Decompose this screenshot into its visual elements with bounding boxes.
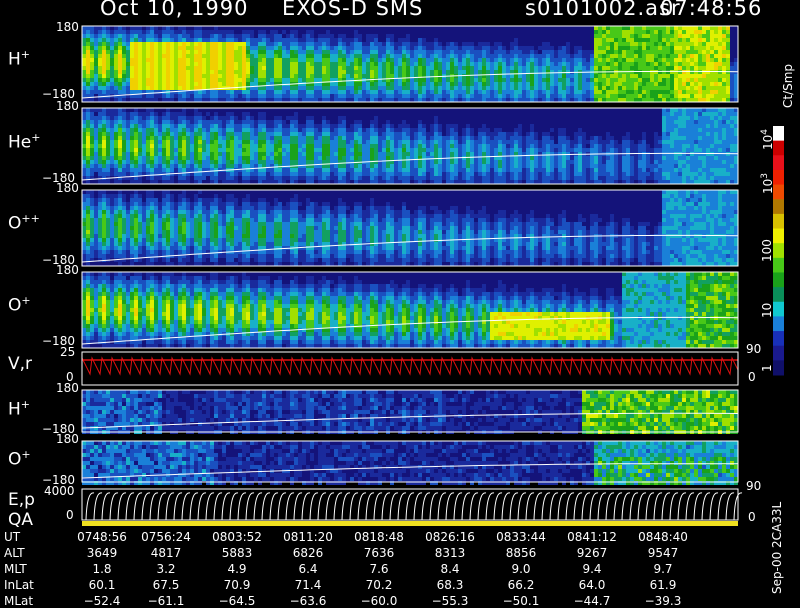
table-cell: −63.6	[272, 594, 344, 608]
table-cell: 3649	[66, 546, 138, 560]
table-cell: 4817	[130, 546, 202, 560]
table-cell: 70.9	[201, 578, 273, 592]
table-cell: 68.3	[414, 578, 486, 592]
table-cell: 0818:48	[343, 530, 415, 544]
table-row-label: ALT	[4, 546, 25, 560]
y-tick-top: 180	[56, 99, 79, 113]
right-tick-bottom: 0	[748, 510, 756, 524]
table-cell: 0811:20	[272, 530, 344, 544]
table-cell: 61.9	[627, 578, 699, 592]
table-cell: 0756:24	[130, 530, 202, 544]
table-cell: 6.4	[272, 562, 344, 576]
table-cell: 8856	[485, 546, 557, 560]
chart-time: 07:48:56	[660, 0, 762, 20]
chart-figure	[0, 0, 800, 600]
y-tick-top: 180	[56, 432, 79, 446]
table-cell: 60.1	[66, 578, 138, 592]
table-cell: 67.5	[130, 578, 202, 592]
spectrogram-panel	[82, 441, 738, 485]
y-tick-top: 180	[56, 20, 79, 34]
table-cell: 6826	[272, 546, 344, 560]
table-cell: 9267	[556, 546, 628, 560]
y-tick-top: 180	[56, 263, 79, 277]
panel-label-he-plus: He+	[8, 131, 40, 153]
panel-label-vr: V,r	[8, 354, 32, 374]
panel-label-o-plus: O+	[8, 294, 31, 316]
table-cell: −44.7	[556, 594, 628, 608]
y-tick-top: 25	[60, 345, 75, 359]
table-cell: −61.1	[130, 594, 202, 608]
table-cell: 70.2	[343, 578, 415, 592]
table-cell: −52.4	[66, 594, 138, 608]
panel-label-h-plus: H+	[8, 48, 30, 70]
table-cell: 5883	[201, 546, 273, 560]
right-tick-bottom: 0	[748, 370, 756, 384]
colorbar-tick-label: 10	[760, 303, 774, 318]
table-cell: −50.1	[485, 594, 557, 608]
table-cell: 4.9	[201, 562, 273, 576]
chart-mission: EXOS-D SMS	[282, 0, 423, 20]
table-cell: 1.8	[66, 562, 138, 576]
spectrogram-panel	[82, 108, 738, 184]
table-cell: 3.2	[130, 562, 202, 576]
table-cell: 9.4	[556, 562, 628, 576]
qa-bar	[82, 521, 738, 526]
vr-panel	[82, 352, 738, 385]
table-cell: 64.0	[556, 578, 628, 592]
panel-label-o-plus-lower: O+	[8, 448, 31, 470]
colorbar-tick-label: 103	[760, 173, 775, 194]
table-row-label: InLat	[4, 578, 34, 592]
colorbar-tick-label: 100	[760, 239, 774, 262]
table-cell: 0848:40	[627, 530, 699, 544]
colorbar-tick-label: 1	[760, 364, 774, 372]
panel-label-h-plus-lower: H+	[8, 398, 30, 420]
panel-label-ep: E,p	[8, 490, 35, 510]
table-cell: 0826:16	[414, 530, 486, 544]
table-cell: −64.5	[201, 594, 273, 608]
spectrogram-panel	[82, 390, 738, 434]
panel-label-qa: QA	[8, 510, 33, 530]
table-cell: −39.3	[627, 594, 699, 608]
table-cell: 66.2	[485, 578, 557, 592]
spectrogram-panel	[82, 26, 738, 102]
table-cell: 9.7	[627, 562, 699, 576]
table-cell: 7.6	[343, 562, 415, 576]
table-cell: 8313	[414, 546, 486, 560]
spectrogram-panel	[82, 272, 738, 348]
right-tick-top: 90	[746, 342, 761, 356]
y-tick-bottom: 0	[66, 508, 74, 522]
table-row-label: MLT	[4, 562, 27, 576]
table-cell: 8.4	[414, 562, 486, 576]
colorbar	[773, 126, 784, 376]
table-row-label: MLat	[4, 594, 33, 608]
table-cell: −55.3	[414, 594, 486, 608]
table-cell: 0748:56	[66, 530, 138, 544]
right-tick-top: 90	[746, 479, 761, 493]
panel-label-o-plusplus: O++	[8, 212, 40, 234]
table-cell: −60.0	[343, 594, 415, 608]
ep-panel	[82, 489, 742, 526]
colorbar-tick-label: 104	[760, 129, 775, 150]
table-cell: 0833:44	[485, 530, 557, 544]
table-cell: 71.4	[272, 578, 344, 592]
table-cell: 0841:12	[556, 530, 628, 544]
y-tick-top: 180	[56, 181, 79, 195]
chart-file: s0101002.asr	[525, 0, 681, 20]
table-cell: 9.0	[485, 562, 557, 576]
table-cell: 7636	[343, 546, 415, 560]
table-cell: 9547	[627, 546, 699, 560]
spectrogram-panel	[82, 190, 738, 266]
y-tick-top: 180	[56, 381, 79, 395]
table-cell: 0803:52	[201, 530, 273, 544]
footer-note: Sep-00 2CA33L	[770, 502, 784, 594]
colorbar-unit: Ct/Smp	[781, 64, 795, 108]
table-row-label: UT	[4, 530, 20, 544]
chart-date: Oct 10, 1990	[100, 0, 249, 20]
y-tick-top: 4000	[44, 484, 75, 498]
